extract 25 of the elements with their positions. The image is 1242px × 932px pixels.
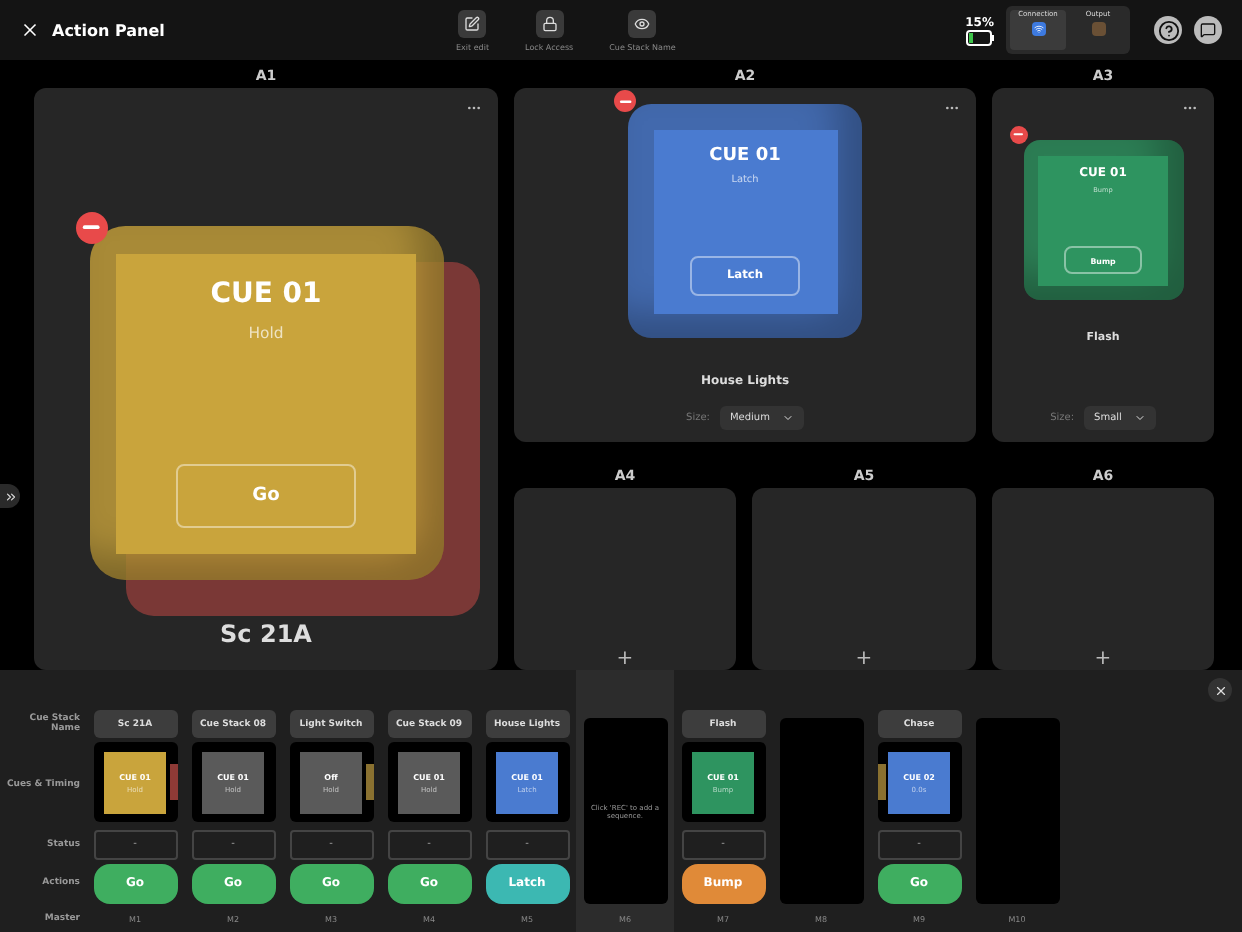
- help-icon[interactable]: [1154, 16, 1182, 44]
- panel-title: Action Panel: [52, 21, 167, 39]
- cue-title: CUE 01: [210, 278, 322, 311]
- edit-icon: [458, 9, 487, 37]
- slot-card[interactable]: +: [514, 488, 736, 670]
- add-button[interactable]: +: [849, 648, 879, 670]
- battery-icon: [965, 29, 994, 45]
- lock-icon: [535, 9, 564, 37]
- expand-icon[interactable]: [0, 484, 20, 508]
- status-icon[interactable]: [1031, 22, 1045, 36]
- chat-icon[interactable]: [1194, 16, 1222, 44]
- slot-card[interactable]: +: [752, 488, 976, 670]
- chevron-icon: [781, 412, 794, 424]
- remove-icon[interactable]: [75, 212, 107, 244]
- slot-card[interactable]: +: [992, 488, 1214, 670]
- slot-name: Sc 21A: [220, 620, 312, 648]
- remove-icon[interactable]: [614, 90, 636, 112]
- chevron-icon: [1133, 412, 1146, 424]
- cue-title: CUE 01: [709, 145, 781, 166]
- add-button[interactable]: +: [610, 648, 640, 670]
- eye-icon: [628, 9, 657, 37]
- add-button[interactable]: +: [1088, 648, 1118, 670]
- close-icon[interactable]: [20, 20, 40, 40]
- close-icon[interactable]: [1208, 678, 1232, 702]
- remove-icon[interactable]: [1009, 126, 1027, 144]
